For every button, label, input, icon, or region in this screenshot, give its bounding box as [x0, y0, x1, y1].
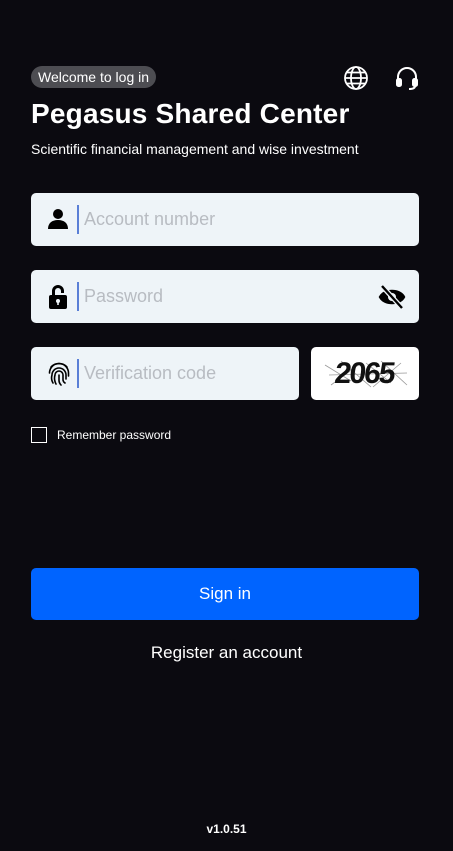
password-input[interactable]: [84, 270, 364, 323]
fingerprint-icon: [46, 361, 70, 386]
field-separator: [77, 205, 79, 234]
page-title: Pegasus Shared Center: [31, 98, 350, 129]
welcome-badge: Welcome to log in: [31, 66, 157, 88]
user-icon: [46, 207, 70, 231]
password-field: [31, 270, 419, 323]
remember-checkbox[interactable]: [31, 427, 47, 443]
top-bar: Welcome to log in: [31, 65, 419, 91]
globe-icon[interactable]: [343, 65, 369, 91]
verification-code-input[interactable]: [84, 347, 284, 400]
eye-off-icon[interactable]: [378, 283, 406, 311]
verification-field: [31, 347, 299, 400]
sign-in-button[interactable]: Sign in: [31, 568, 419, 620]
account-field: [31, 193, 419, 246]
account-number-input[interactable]: [84, 193, 404, 246]
remember-label: Remember password: [57, 428, 172, 442]
page-subtitle: Scientific financial management and wise…: [31, 141, 359, 157]
version-label: v1.0.51: [206, 822, 247, 836]
register-link[interactable]: Register an account: [0, 643, 453, 663]
headset-icon[interactable]: [394, 65, 420, 91]
captcha-text: 2065: [333, 357, 396, 390]
captcha-image[interactable]: 2065: [311, 347, 419, 400]
field-separator: [77, 282, 79, 311]
lock-icon: [46, 284, 70, 309]
field-separator: [77, 359, 79, 388]
